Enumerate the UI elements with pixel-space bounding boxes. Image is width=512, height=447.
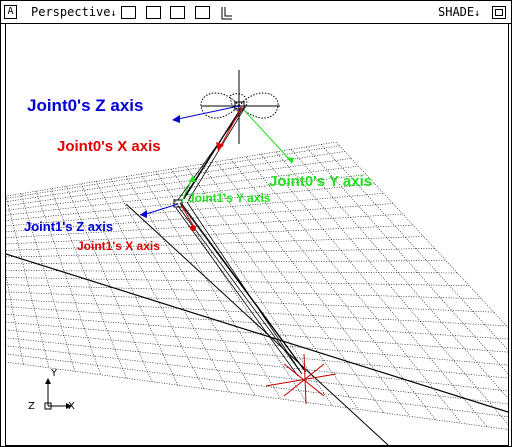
grid-line bbox=[6, 298, 507, 327]
maximize-button[interactable] bbox=[492, 6, 506, 19]
joint1-z-axis bbox=[145, 203, 179, 215]
triad-x-label: X bbox=[68, 401, 75, 412]
window-titlebar: A Perspective↓ SHADE↓ bbox=[1, 1, 511, 24]
view-mode-label: Perspective bbox=[31, 5, 111, 19]
grid-line bbox=[290, 149, 508, 399]
scene-canvas bbox=[6, 70, 508, 445]
grid-line bbox=[50, 188, 127, 379]
world-axis-line bbox=[6, 253, 508, 413]
grid-line bbox=[6, 314, 508, 353]
triad-z-label: Z bbox=[28, 401, 35, 412]
joint0-z-arrowhead bbox=[172, 115, 180, 123]
grid-line bbox=[6, 345, 508, 405]
corner-button[interactable]: A bbox=[4, 5, 17, 19]
view-mode-dropdown[interactable]: Perspective↓ bbox=[31, 5, 117, 21]
end-effector-line-3 bbox=[265, 373, 337, 387]
grid-line bbox=[110, 178, 230, 393]
joint0-y-axis-label: Joint0's Y axis bbox=[269, 173, 373, 190]
joint0-x-axis-label: Joint0's X axis bbox=[57, 138, 161, 155]
layout-button-1[interactable] bbox=[121, 6, 136, 19]
joint1-z-arrowhead bbox=[140, 210, 147, 218]
joint1-z-axis-label: Joint1's Z axis bbox=[24, 219, 114, 234]
grid-line bbox=[125, 176, 256, 396]
grid-line bbox=[245, 156, 462, 424]
grid-line bbox=[260, 154, 488, 427]
shade-mode-dropdown[interactable]: SHADE↓ bbox=[438, 5, 480, 21]
snap-icon[interactable] bbox=[221, 5, 233, 20]
grid-line bbox=[275, 151, 508, 425]
grid-line bbox=[140, 173, 282, 400]
grid-line bbox=[6, 361, 508, 430]
joint0-y-axis bbox=[243, 109, 291, 161]
joint1-y-axis-label: Joint1's Y axis bbox=[188, 191, 271, 205]
shade-mode-label: SHADE bbox=[438, 5, 475, 19]
perspective-viewport[interactable]: Joint0's Z axis Joint0's X axis Joint0's… bbox=[5, 23, 509, 446]
joint0-z-axis-label: Joint0's Z axis bbox=[27, 96, 144, 115]
dropdown-arrow-icon: ↓ bbox=[110, 8, 117, 19]
triad-y-label: Y bbox=[51, 368, 58, 379]
joint1-x-arrowhead bbox=[190, 225, 196, 231]
viewport-window: A Perspective↓ SHADE↓ Joint0's Z axis Jo… bbox=[0, 0, 512, 447]
grid-line bbox=[6, 306, 508, 340]
grid-line bbox=[305, 146, 508, 375]
ground-grid bbox=[6, 141, 508, 430]
layout-button-2[interactable] bbox=[146, 6, 161, 19]
layout-button-4[interactable] bbox=[195, 6, 210, 19]
grid-line bbox=[80, 183, 179, 386]
grid-line bbox=[6, 291, 494, 313]
dropdown-arrow-icon: ↓ bbox=[474, 8, 481, 19]
joint1-x-axis-label: Joint1's X axis bbox=[77, 239, 160, 253]
world-axis-line-2 bbox=[125, 203, 389, 445]
joint0-y-arrowhead bbox=[286, 157, 294, 164]
grid-line bbox=[6, 284, 482, 300]
layout-button-3[interactable] bbox=[170, 6, 185, 19]
